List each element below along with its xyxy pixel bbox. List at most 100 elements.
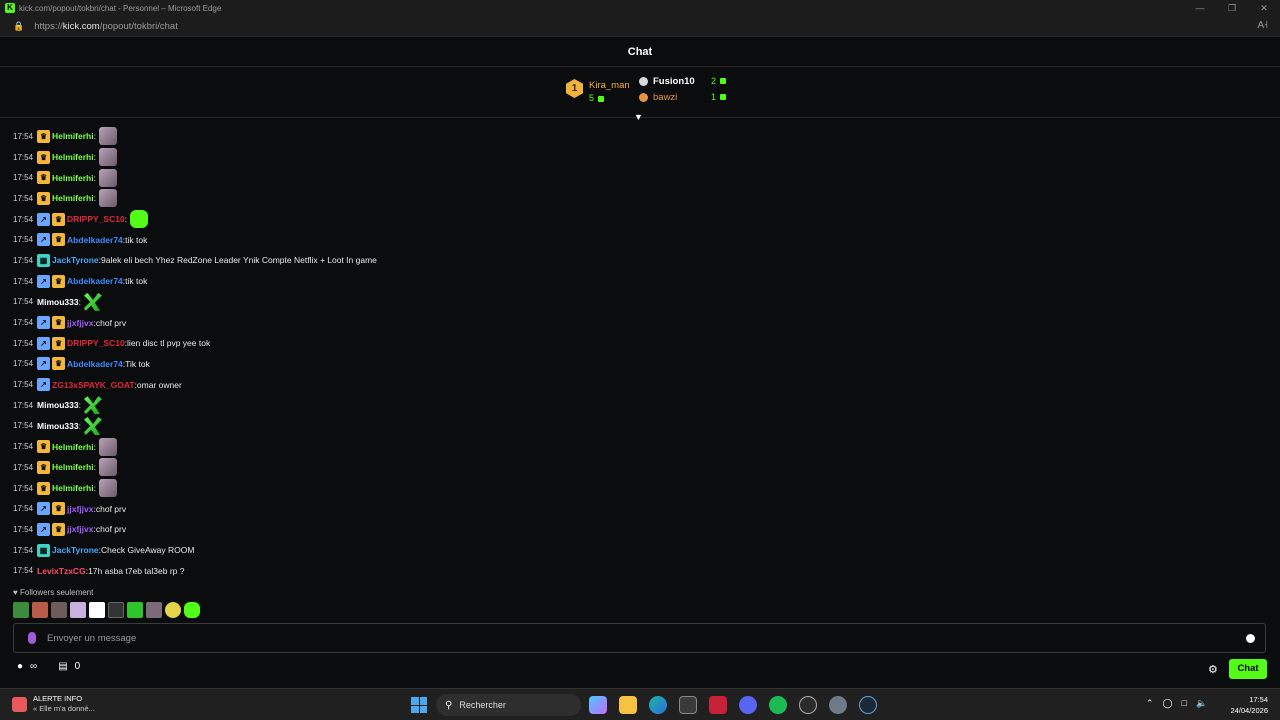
mic-icon[interactable] [28,632,36,644]
settings-app-icon[interactable] [829,696,847,714]
message-username[interactable]: Mimou333 [37,400,79,410]
chevron-up-icon[interactable]: ⌃ [1146,698,1154,709]
message-username[interactable]: jjxfjjvx [67,504,93,514]
emote-white-icon[interactable] [89,602,105,618]
emoji-picker-icon[interactable] [1246,633,1255,643]
chat-message[interactable]: 17:54 ♛ Helmiferhi: [13,147,1263,168]
microphone-tray-icon[interactable]: ◯ [1163,698,1173,709]
message-placeholder[interactable]: Envoyer un message [47,633,1246,644]
chat-message[interactable]: 17:54 Mimou333: [13,292,1263,313]
minimize-icon[interactable]: — [1184,0,1216,16]
message-username[interactable]: ZG13xSPAYK_GOAT [52,380,135,390]
address-bar[interactable]: 🔒 https://kick.com/popout/tokbri/chat A˧ [0,16,1280,37]
chat-message[interactable]: 17:54 ♛ Helmiferhi: [13,188,1263,209]
store-icon[interactable] [679,696,697,714]
spotify-icon[interactable] [769,696,787,714]
leaderboard-first[interactable]: 1 Kira_man 5 [566,79,630,105]
gift-box-icon[interactable]: ▤ [58,661,67,672]
chat-message[interactable]: 17:54 ♛ Helmiferhi: [13,457,1263,478]
message-username[interactable]: DRIPPY_SC10 [67,338,125,348]
emote-face2-icon[interactable] [146,602,162,618]
steam-icon[interactable] [859,696,877,714]
adobe-icon[interactable] [709,696,727,714]
windows-start-icon[interactable] [411,697,427,713]
message-username[interactable]: jjxfjjvx [67,524,93,534]
leaderboard-third[interactable]: bawzi 1 [639,90,727,104]
message-username[interactable]: Helmiferhi [52,483,94,493]
mark-emote-icon[interactable] [83,396,102,415]
chat-message[interactable]: 17:54 Mimou333: [13,395,1263,416]
message-username[interactable]: Helmiferhi [52,173,94,183]
mark-emote-icon[interactable] [83,292,102,311]
message-username[interactable]: Helmiferhi [52,152,94,162]
emote-cat-icon[interactable] [32,602,48,618]
read-aloud-icon[interactable]: A˧ [1258,20,1269,31]
discord-icon[interactable] [739,696,757,714]
close-icon[interactable]: ✕ [1248,0,1280,16]
chat-message[interactable]: 17:54 ↗ ♛ Abdelkader74: tik tok [13,229,1263,250]
chatgpt-icon[interactable] [799,696,817,714]
send-chat-button[interactable]: Chat [1229,659,1267,679]
face-emote-icon[interactable] [98,479,117,498]
chat-message[interactable]: 17:54 ♛ Helmiferhi: [13,436,1263,457]
restore-icon[interactable]: ❐ [1216,0,1248,16]
news-widget[interactable]: ALERTE INFO « Elle m'a donné... [12,694,95,714]
chat-message[interactable]: 17:54 ↗ ♛ jjxfjjvx: chof prv [13,519,1263,540]
message-username[interactable]: JackTyrone [52,545,99,555]
chat-message[interactable]: 17:54 ↗ ♛ DRIPPY_SC10: [13,209,1263,230]
emote-face-icon[interactable] [51,602,67,618]
network-icon[interactable]: □ [1182,698,1187,709]
blob-emote-icon[interactable] [130,210,149,229]
message-username[interactable]: LevixTzxCG [37,566,86,576]
lock-icon[interactable]: 🔒 [13,21,24,32]
chat-message[interactable]: 17:54 ▦ JackTyrone: Check GiveAway ROOM [13,540,1263,561]
chat-message[interactable]: 17:54 ↗ ♛ jjxfjjvx: chof prv [13,312,1263,333]
url-text[interactable]: https://kick.com/popout/tokbri/chat [34,21,178,32]
message-username[interactable]: Abdelkader74 [67,276,123,286]
copilot-icon[interactable] [589,696,607,714]
emote-ghost-icon[interactable] [70,602,86,618]
leaderboard-second[interactable]: Fusion10 2 [639,74,727,88]
users-icon[interactable]: ● [17,661,23,672]
face-emote-icon[interactable] [98,437,117,456]
chat-message[interactable]: 17:54 ↗ ZG13xSPAYK_GOAT: omar owner [13,374,1263,395]
message-username[interactable]: Mimou333 [37,297,79,307]
chat-message[interactable]: 17:54 ♛ Helmiferhi: [13,126,1263,147]
emote-t-icon[interactable] [108,602,124,618]
edge-icon[interactable] [649,696,667,714]
chat-message-list[interactable]: 17:54 ♛ Helmiferhi: 17:54 ♛ Helmiferhi: 17:5… [13,126,1263,581]
chat-message[interactable]: 17:54 LevixTzxCG: 17h asba t7eb tal3eb rp… [13,560,1263,581]
message-username[interactable]: DRIPPY_SC10 [67,214,125,224]
volume-icon[interactable]: 🔈 [1196,698,1207,709]
message-input[interactable]: Envoyer un message [13,623,1266,653]
message-username[interactable]: Mimou333 [37,421,79,431]
message-username[interactable]: Helmiferhi [52,442,94,452]
message-username[interactable]: jjxfjjvx [67,318,93,328]
emote-kick-icon[interactable] [184,602,200,618]
chat-message[interactable]: 17:54 Mimou333: [13,416,1263,437]
message-username[interactable]: Abdelkader74 [67,359,123,369]
face-emote-icon[interactable] [98,148,117,167]
mark-emote-icon[interactable] [83,416,102,435]
face-emote-icon[interactable] [98,458,117,477]
taskbar-search[interactable]: ⚲ Rechercher [436,694,581,716]
chat-message[interactable]: 17:54 ♛ Helmiferhi: [13,478,1263,499]
emote-smiley-icon[interactable] [165,602,181,618]
chat-message[interactable]: 17:54 ▦ JackTyrone: 9alek eli bech Yhez Re… [13,250,1263,271]
message-username[interactable]: Helmiferhi [52,193,94,203]
face-emote-icon[interactable] [98,189,117,208]
message-username[interactable]: Abdelkader74 [67,235,123,245]
chat-message[interactable]: 17:54 ↗ ♛ Abdelkader74: Tik tok [13,354,1263,375]
collapse-leaderboard-icon[interactable]: ▼ [634,112,643,122]
chat-message[interactable]: 17:54 ↗ ♛ jjxfjjvx: chof prv [13,498,1263,519]
file-explorer-icon[interactable] [619,696,637,714]
system-clock[interactable]: 17:54 24/04/2026 [1225,694,1268,716]
face-emote-icon[interactable] [98,168,117,187]
message-username[interactable]: JackTyrone [52,255,99,265]
chat-message[interactable]: 17:54 ↗ ♛ DRIPPY_SC10: lien disc tl pvp yee… [13,333,1263,354]
settings-gear-icon[interactable]: ⚙ [1208,663,1218,676]
chat-message[interactable]: 17:54 ↗ ♛ Abdelkader74: tik tok [13,271,1263,292]
message-username[interactable]: Helmiferhi [52,462,94,472]
chat-message[interactable]: 17:54 ♛ Helmiferhi: [13,167,1263,188]
emote-mark-icon[interactable] [127,602,143,618]
